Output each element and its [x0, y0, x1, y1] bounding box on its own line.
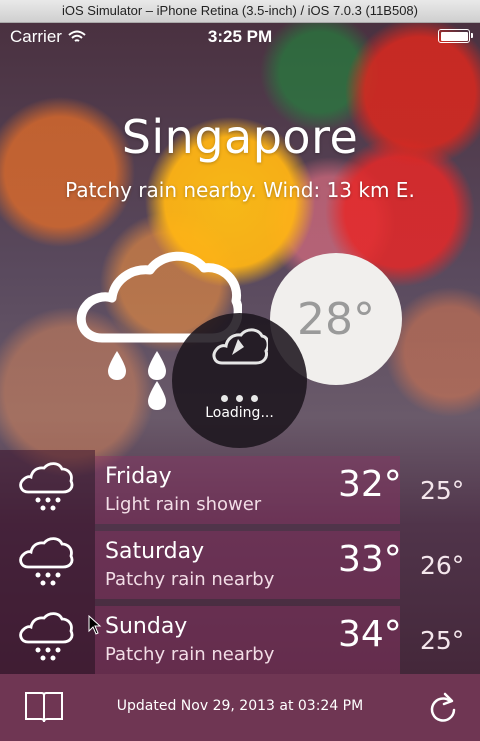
forecast-row[interactable]: Sunday Patchy rain nearby 34° 25°	[0, 600, 480, 675]
forecast-row[interactable]: Saturday Patchy rain nearby 33° 26°	[0, 525, 480, 600]
forecast-low: 26°	[420, 551, 465, 580]
loading-indicator: Loading...	[172, 313, 307, 448]
forecast-icon-cell	[0, 525, 95, 600]
city-name: Singapore	[121, 110, 359, 164]
forecast-high: 33°	[338, 539, 402, 580]
forecast-low: 25°	[420, 476, 465, 505]
forecast-description: Patchy rain nearby	[105, 644, 275, 665]
cloud-rain-icon	[19, 612, 74, 661]
loading-dots	[172, 387, 307, 406]
last-updated-label: Updated Nov 29, 2013 at 03:24 PM	[116, 698, 364, 714]
simulator-window: iOS Simulator – iPhone Retina (3.5-inch)…	[0, 0, 480, 741]
bottom-toolbar: Updated Nov 29, 2013 at 03:24 PM	[0, 674, 480, 741]
current-temperature: 28°	[297, 293, 375, 345]
forecast-icon-cell	[0, 450, 95, 525]
forecast-day: Sunday	[105, 614, 188, 639]
forecast-row[interactable]: Friday Light rain shower 32° 25°	[0, 450, 480, 525]
forecast-high: 32°	[338, 464, 402, 505]
mouse-cursor-icon	[88, 615, 102, 635]
window-title: iOS Simulator – iPhone Retina (3.5-inch)…	[0, 0, 480, 23]
forecast-high: 34°	[338, 614, 402, 655]
cloud-lightning-icon	[212, 328, 268, 365]
refresh-icon[interactable]	[428, 692, 458, 724]
forecast-low: 25°	[420, 626, 465, 655]
cloud-rain-icon	[19, 537, 74, 586]
forecast-list: Friday Light rain shower 32° 25° Saturda…	[0, 450, 480, 675]
forecast-day: Friday	[105, 464, 172, 489]
forecast-icon-cell	[0, 600, 95, 675]
battery-icon	[438, 29, 473, 43]
current-conditions: Patchy rain nearby. Wind: 13 km E.	[65, 178, 415, 202]
forecast-description: Light rain shower	[105, 494, 262, 515]
cloud-rain-icon	[19, 462, 74, 511]
forecast-description: Patchy rain nearby	[105, 569, 275, 590]
forecast-day: Saturday	[105, 539, 205, 564]
loading-label: Loading...	[205, 405, 274, 421]
status-bar: Carrier 3:25 PM	[0, 22, 480, 52]
status-time: 3:25 PM	[207, 27, 273, 46]
